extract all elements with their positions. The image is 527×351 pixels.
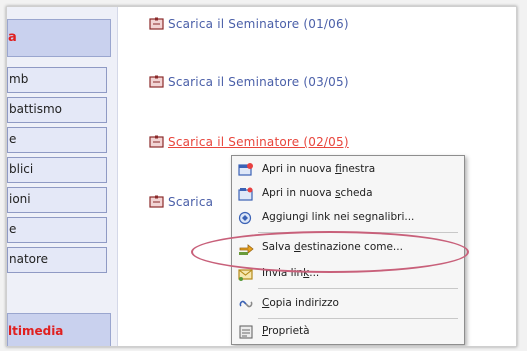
download-link-label: Scarica il Seminatore (02/05) [168,135,349,149]
nav-item[interactable]: natore [7,247,107,273]
nav-item[interactable]: ioni [7,187,107,213]
properties-icon [239,325,253,339]
nav-divider [117,7,118,346]
menu-separator [258,288,458,289]
download-link-hovered[interactable]: Scarica il Seminatore (02/05) [149,135,349,149]
menu-item-properties[interactable]: Proprietà [232,320,464,344]
zip-file-icon [149,75,164,88]
download-link-label: Scarica il Seminatore (01/06) [168,17,349,31]
zip-file-icon [149,135,164,148]
download-link-label: Scarica il Seminatore (03/05) [168,75,349,89]
new-tab-icon [238,187,253,201]
context-menu: Apri in nuova finestra Apri in nuova sch… [231,155,465,345]
nav-item[interactable]: e [7,217,107,243]
nav-multimedia-button[interactable]: ltimedia [7,313,111,346]
nav-item-label: e [9,132,17,146]
menu-item-label: Proprietà [262,325,310,337]
nav-bottom-label: ltimedia [8,324,64,338]
nav-item-label: natore [9,252,49,266]
menu-item-label: Apri in nuova scheda [262,187,373,199]
nav-item-label: e [9,222,17,236]
menu-item-label: Invia link... [262,267,320,279]
nav-item-label: mb [9,72,29,86]
nav-item-label: ioni [9,192,31,206]
nav-item[interactable]: mb [7,67,107,93]
menu-item-open-new-window[interactable]: Apri in nuova finestra [232,158,464,182]
new-window-icon [238,163,253,176]
send-link-icon [238,269,253,281]
menu-item-open-new-tab[interactable]: Apri in nuova scheda [232,182,464,206]
menu-item-copy-address[interactable]: Copia indirizzo [232,292,464,316]
menu-item-send-link[interactable]: Invia link... [232,262,464,286]
download-link[interactable]: Scarica il Seminatore (01/06) [149,17,349,31]
menu-item-label: Apri in nuova finestra [262,163,376,175]
nav-top-button[interactable]: a [7,19,111,57]
save-target-icon [239,244,254,255]
download-link[interactable]: Scarica il Seminatore (03/05) [149,75,349,89]
nav-item[interactable]: e [7,127,107,153]
download-link[interactable]: Scarica [149,195,213,209]
download-link-label: Scarica [168,195,214,209]
menu-separator [258,232,458,233]
menu-item-add-bookmark[interactable]: Aggiungi link nei segnalibri... [232,206,464,230]
zip-file-icon [149,17,164,30]
menu-separator [258,318,458,319]
menu-item-label: Salva destinazione come... [262,241,403,253]
menu-item-save-target-as[interactable]: Salva destinazione come... [232,236,464,260]
menu-item-label: Aggiungi link nei segnalibri... [262,211,415,223]
browser-frame: a mb battismo e blici ioni e natore ltim… [6,6,517,347]
left-navigation: a mb battismo e blici ioni e natore ltim… [7,7,117,346]
nav-item[interactable]: battismo [7,97,107,123]
menu-item-label: Copia indirizzo [262,297,339,309]
bookmark-icon [238,211,252,225]
copy-link-icon [239,300,253,308]
nav-item-label: blici [9,162,34,176]
nav-top-label: a [8,30,17,45]
zip-file-icon [149,195,164,208]
nav-item-label: battismo [9,102,62,116]
nav-item[interactable]: blici [7,157,107,183]
